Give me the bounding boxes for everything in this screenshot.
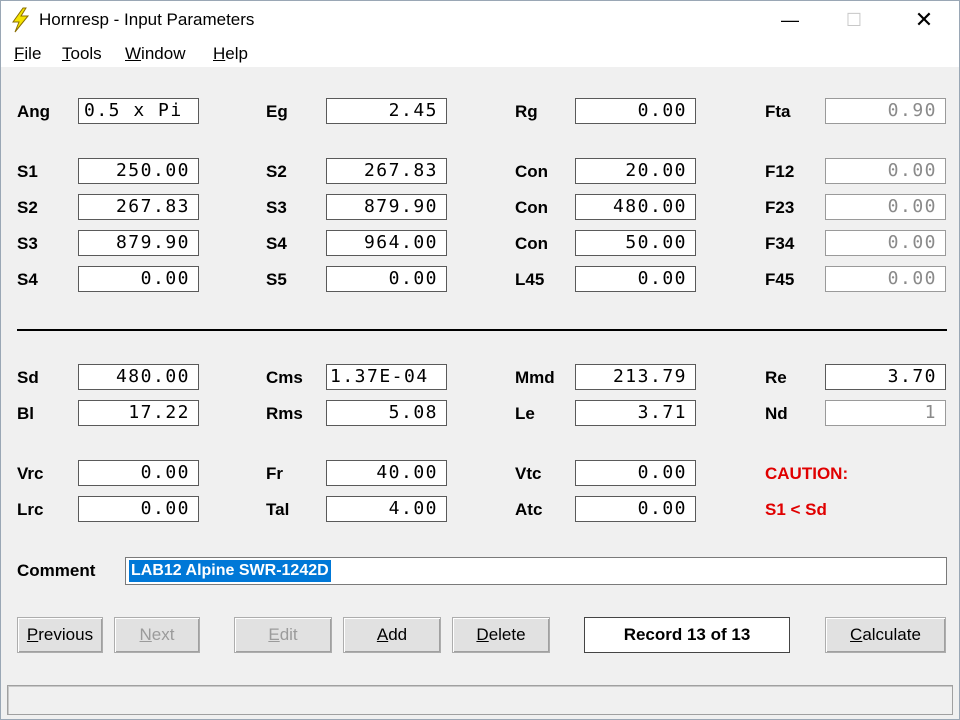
ang-label: Ang — [17, 102, 51, 121]
delete-button[interactable]: Delete — [452, 617, 550, 653]
nd-label: Nd — [765, 404, 788, 423]
vrc-field[interactable]: 0.00 — [78, 460, 199, 486]
s3-label: S3 — [266, 198, 287, 217]
nd-field: 1 — [825, 400, 946, 426]
comment-label: Comment — [17, 561, 96, 580]
menu-help[interactable]: Help — [213, 44, 248, 64]
mmd-field[interactable]: 213.79 — [575, 364, 696, 390]
re-label: Re — [765, 368, 787, 387]
s5-label: S5 — [266, 270, 287, 289]
maximize-icon: ☐ — [845, 9, 863, 30]
s4b-label: S4 — [17, 270, 38, 289]
eg-field[interactable]: 2.45 — [326, 98, 447, 124]
f12-field: 0.00 — [825, 158, 946, 184]
menu-tools[interactable]: Tools — [62, 44, 102, 64]
minimize-icon: — — [781, 9, 799, 30]
rg-field[interactable]: 0.00 — [575, 98, 696, 124]
atc-field[interactable]: 0.00 — [575, 496, 696, 522]
s1-label: S1 — [17, 162, 38, 181]
edit-button[interactable]: Edit — [234, 617, 332, 653]
record-indicator: Record 13 of 13 — [584, 617, 790, 653]
s5-field[interactable]: 0.00 — [326, 266, 447, 292]
s3-field[interactable]: 879.90 — [326, 194, 447, 220]
f23-label: F23 — [765, 198, 795, 217]
con3-field[interactable]: 50.00 — [575, 230, 696, 256]
vtc-label: Vtc — [515, 464, 542, 483]
tal-label: Tal — [266, 500, 290, 519]
s2-label: S2 — [266, 162, 287, 181]
menu-window[interactable]: Window — [125, 44, 185, 64]
status-bar — [7, 685, 953, 715]
sd-label: Sd — [17, 368, 39, 387]
s3b-label: S3 — [17, 234, 38, 253]
con3-label: Con — [515, 234, 549, 253]
add-button[interactable]: Add — [343, 617, 441, 653]
fr-label: Fr — [266, 464, 283, 483]
s4-label: S4 — [266, 234, 287, 253]
window-title: Hornresp - Input Parameters — [39, 10, 255, 29]
sd-field[interactable]: 480.00 — [78, 364, 199, 390]
bl-field[interactable]: 17.22 — [78, 400, 199, 426]
close-icon: ✕ — [914, 7, 934, 32]
title-bar: Hornresp - Input Parameters — ☐ ✕ — [1, 1, 959, 39]
rg-label: Rg — [515, 102, 538, 121]
f23-field: 0.00 — [825, 194, 946, 220]
lightning-bolt-icon — [12, 7, 30, 33]
f12-label: F12 — [765, 162, 795, 181]
caution-title: CAUTION: — [765, 464, 849, 483]
con1-label: Con — [515, 162, 549, 181]
caution-message: S1 < Sd — [765, 500, 827, 519]
f45-label: F45 — [765, 270, 795, 289]
s4b-field[interactable]: 0.00 — [78, 266, 199, 292]
menu-bar: File Tools Window Help — [1, 39, 959, 67]
hornresp-window: Hornresp - Input Parameters — ☐ ✕ File T… — [0, 0, 960, 720]
s2b-field[interactable]: 267.83 — [78, 194, 199, 220]
comment-field[interactable]: LAB12 Alpine SWR-1242D — [125, 557, 947, 585]
next-button[interactable]: Next — [114, 617, 200, 653]
cms-label: Cms — [266, 368, 303, 387]
mmd-label: Mmd — [515, 368, 555, 387]
le-label: Le — [515, 404, 535, 423]
atc-label: Atc — [515, 500, 543, 519]
rms-field[interactable]: 5.08 — [326, 400, 447, 426]
cms-field[interactable]: 1.37E-04 — [326, 364, 447, 390]
close-button[interactable]: ✕ — [893, 1, 955, 39]
section-divider — [17, 329, 947, 331]
calculate-button[interactable]: Calculate — [825, 617, 946, 653]
s2-field[interactable]: 267.83 — [326, 158, 447, 184]
re-field[interactable]: 3.70 — [825, 364, 946, 390]
lrc-label: Lrc — [17, 500, 44, 519]
rms-label: Rms — [266, 404, 303, 423]
le-field[interactable]: 3.71 — [575, 400, 696, 426]
f34-label: F34 — [765, 234, 795, 253]
fr-field[interactable]: 40.00 — [326, 460, 447, 486]
menu-file[interactable]: File — [14, 44, 41, 64]
con1-field[interactable]: 20.00 — [575, 158, 696, 184]
fta-field: 0.90 — [825, 98, 946, 124]
s2b-label: S2 — [17, 198, 38, 217]
eg-label: Eg — [266, 102, 288, 121]
s1-field[interactable]: 250.00 — [78, 158, 199, 184]
con2-field[interactable]: 480.00 — [575, 194, 696, 220]
con2-label: Con — [515, 198, 549, 217]
maximize-button[interactable]: ☐ — [823, 1, 885, 39]
ang-field[interactable]: 0.5 x Pi — [78, 98, 199, 124]
f45-field: 0.00 — [825, 266, 946, 292]
l45-field[interactable]: 0.00 — [575, 266, 696, 292]
s4-field[interactable]: 964.00 — [326, 230, 447, 256]
vrc-label: Vrc — [17, 464, 44, 483]
f34-field: 0.00 — [825, 230, 946, 256]
previous-button[interactable]: Previous — [17, 617, 103, 653]
vtc-field[interactable]: 0.00 — [575, 460, 696, 486]
comment-selected-text: LAB12 Alpine SWR-1242D — [129, 560, 331, 582]
lrc-field[interactable]: 0.00 — [78, 496, 199, 522]
fta-label: Fta — [765, 102, 791, 121]
s3b-field[interactable]: 879.90 — [78, 230, 199, 256]
bl-label: Bl — [17, 404, 34, 423]
tal-field[interactable]: 4.00 — [326, 496, 447, 522]
l45-label: L45 — [515, 270, 545, 289]
minimize-button[interactable]: — — [759, 1, 821, 39]
